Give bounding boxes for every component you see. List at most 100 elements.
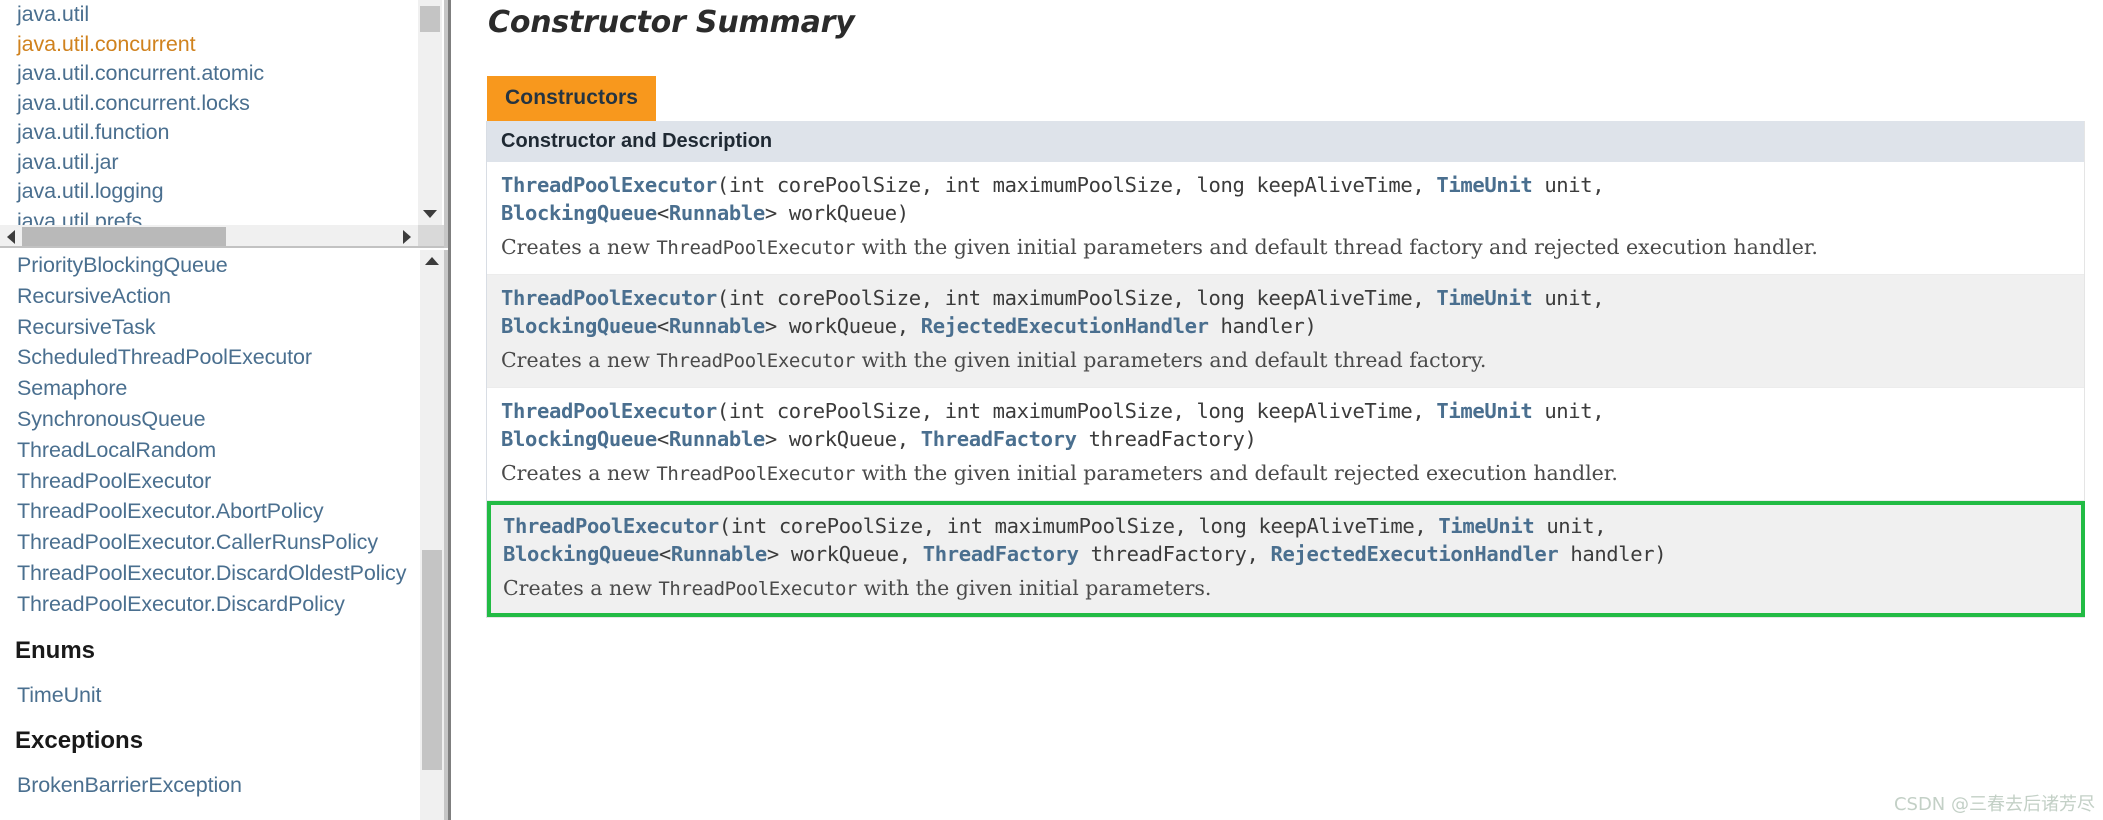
scroll-left-arrow-icon[interactable]: [0, 225, 22, 246]
desc-code: ThreadPoolExecutor: [656, 237, 856, 259]
class-item[interactable]: ScheduledThreadPoolExecutor: [0, 342, 420, 373]
desc-text: with the given initial parameters and de…: [855, 461, 1618, 485]
sidebar-right-gutter: [444, 250, 448, 820]
signature-punct: <: [656, 313, 669, 338]
constructor-name-link[interactable]: ThreadPoolExecutor: [501, 399, 717, 423]
constructor-summary-table: Constructor and Description ThreadPoolEx…: [486, 121, 2085, 618]
package-list[interactable]: java.util java.util.concurrent java.util…: [0, 0, 418, 225]
type-link-rejectedexecutionhandler[interactable]: RejectedExecutionHandler: [1271, 542, 1559, 566]
constructor-signature: ThreadPoolExecutor(int corePoolSize, int…: [501, 285, 2084, 340]
desc-code: ThreadPoolExecutor: [658, 578, 858, 600]
type-link-blockingqueue[interactable]: BlockingQueue: [501, 427, 657, 451]
package-item[interactable]: java.util.prefs: [0, 207, 418, 226]
type-link-timeunit[interactable]: TimeUnit: [1438, 514, 1534, 538]
type-link-timeunit[interactable]: TimeUnit: [1436, 399, 1532, 423]
desc-text: with the given initial parameters and de…: [855, 235, 1818, 259]
type-link-runnable[interactable]: Runnable: [669, 201, 765, 225]
main-content: Constructor Summary Constructors Constru…: [451, 0, 2103, 820]
scroll-up-arrow-icon[interactable]: [420, 250, 444, 272]
tab-constructors[interactable]: Constructors: [487, 76, 657, 121]
scrollbar-track[interactable]: [418, 0, 442, 225]
package-item-active[interactable]: java.util.concurrent: [0, 30, 418, 60]
constructor-description: Creates a new ThreadPoolExecutor with th…: [503, 574, 1953, 604]
class-list[interactable]: PriorityBlockingQueue RecursiveAction Re…: [0, 250, 420, 820]
signature-params: > workQueue,: [766, 541, 923, 566]
constructor-name-link[interactable]: ThreadPoolExecutor: [501, 286, 717, 310]
package-item[interactable]: java.util.concurrent.atomic: [0, 59, 418, 89]
desc-text: Creates a new: [501, 348, 657, 372]
signature-params: unit,: [1532, 173, 1605, 197]
class-item[interactable]: ThreadPoolExecutor.AbortPolicy: [0, 496, 420, 527]
desc-text: with the given initial parameters and de…: [855, 348, 1487, 372]
scrollbar-thumb[interactable]: [22, 227, 226, 246]
table-row-highlighted[interactable]: ThreadPoolExecutor(int corePoolSize, int…: [487, 501, 2085, 617]
package-item[interactable]: java.util.logging: [0, 177, 418, 207]
type-link-timeunit[interactable]: TimeUnit: [1436, 286, 1532, 310]
scrollbar-thumb[interactable]: [422, 550, 442, 770]
constructor-name-link[interactable]: ThreadPoolExecutor: [501, 173, 717, 197]
class-item[interactable]: ThreadPoolExecutor.DiscardPolicy: [0, 589, 420, 620]
class-item[interactable]: RecursiveTask: [0, 312, 420, 343]
constructor-description: Creates a new ThreadPoolExecutor with th…: [501, 346, 1951, 376]
desc-text: with the given initial parameters.: [857, 576, 1212, 600]
type-link-blockingqueue[interactable]: BlockingQueue: [503, 542, 659, 566]
desc-text: Creates a new: [503, 576, 659, 600]
package-item[interactable]: java.util.function: [0, 118, 418, 148]
signature-punct: <: [656, 426, 669, 451]
class-item[interactable]: ThreadPoolExecutor.DiscardOldestPolicy: [0, 558, 420, 589]
class-item[interactable]: ThreadPoolExecutor: [0, 466, 420, 497]
package-vertical-scrollbar[interactable]: [418, 0, 442, 225]
table-row[interactable]: ThreadPoolExecutor(int corePoolSize, int…: [487, 275, 2084, 388]
class-list-frame: PriorityBlockingQueue RecursiveAction Re…: [0, 250, 448, 820]
constructor-signature: ThreadPoolExecutor(int corePoolSize, int…: [501, 172, 2084, 227]
type-link-timeunit[interactable]: TimeUnit: [1436, 173, 1532, 197]
constructor-signature: ThreadPoolExecutor(int corePoolSize, int…: [501, 398, 2084, 453]
package-list-frame: java.util java.util.concurrent java.util…: [0, 0, 448, 248]
signature-params: unit,: [1532, 286, 1605, 310]
desc-text: Creates a new: [501, 235, 657, 259]
signature-params: unit,: [1534, 514, 1607, 538]
scroll-down-arrow-icon[interactable]: [418, 203, 442, 225]
type-link-runnable[interactable]: Runnable: [669, 427, 765, 451]
scrollbar-thumb[interactable]: [420, 6, 440, 32]
class-item[interactable]: ThreadLocalRandom: [0, 435, 420, 466]
type-link-runnable[interactable]: Runnable: [671, 542, 767, 566]
class-item[interactable]: ThreadPoolExecutor.CallerRunsPolicy: [0, 527, 420, 558]
package-item[interactable]: java.util.concurrent.locks: [0, 89, 418, 119]
desc-code: ThreadPoolExecutor: [656, 350, 856, 372]
constructor-signature: ThreadPoolExecutor(int corePoolSize, int…: [503, 513, 2081, 568]
type-link-threadfactory[interactable]: ThreadFactory: [921, 427, 1077, 451]
package-item[interactable]: java.util.jar: [0, 148, 418, 178]
signature-params: > workQueue): [764, 200, 909, 225]
class-item[interactable]: RecursiveAction: [0, 281, 420, 312]
package-item[interactable]: java.util: [0, 0, 418, 30]
signature-params: (int corePoolSize, int maximumPoolSize, …: [718, 514, 1439, 538]
type-link-blockingqueue[interactable]: BlockingQueue: [501, 314, 657, 338]
table-column-header: Constructor and Description: [487, 121, 2084, 162]
constructor-name-link[interactable]: ThreadPoolExecutor: [503, 514, 719, 538]
desc-text: Creates a new: [501, 461, 657, 485]
scroll-right-arrow-icon[interactable]: [396, 225, 418, 246]
class-item[interactable]: PriorityBlockingQueue: [0, 250, 420, 281]
signature-params: > workQueue,: [764, 313, 921, 338]
constructor-description: Creates a new ThreadPoolExecutor with th…: [501, 459, 1951, 489]
signature-params: > workQueue,: [764, 426, 921, 451]
class-item[interactable]: SynchronousQueue: [0, 404, 420, 435]
class-vertical-scrollbar[interactable]: [420, 250, 444, 820]
package-horizontal-scrollbar[interactable]: [0, 225, 418, 246]
type-link-runnable[interactable]: Runnable: [669, 314, 765, 338]
table-row[interactable]: ThreadPoolExecutor(int corePoolSize, int…: [487, 388, 2084, 501]
watermark: CSDN @三春去后诸芳尽: [1893, 794, 2095, 815]
signature-params: (int corePoolSize, int maximumPoolSize, …: [716, 286, 1437, 310]
signature-params: (int corePoolSize, int maximumPoolSize, …: [716, 399, 1437, 423]
exception-item[interactable]: BrokenBarrierException: [0, 770, 420, 801]
table-row[interactable]: ThreadPoolExecutor(int corePoolSize, int…: [487, 162, 2084, 275]
type-link-rejectedexecutionhandler[interactable]: RejectedExecutionHandler: [921, 314, 1209, 338]
sidebar: java.util java.util.concurrent java.util…: [0, 0, 451, 820]
javadoc-page: java.util java.util.concurrent java.util…: [0, 0, 2103, 820]
desc-code: ThreadPoolExecutor: [656, 463, 856, 485]
class-item[interactable]: Semaphore: [0, 373, 420, 404]
enum-item[interactable]: TimeUnit: [0, 680, 420, 711]
type-link-blockingqueue[interactable]: BlockingQueue: [501, 201, 657, 225]
type-link-threadfactory[interactable]: ThreadFactory: [923, 542, 1079, 566]
